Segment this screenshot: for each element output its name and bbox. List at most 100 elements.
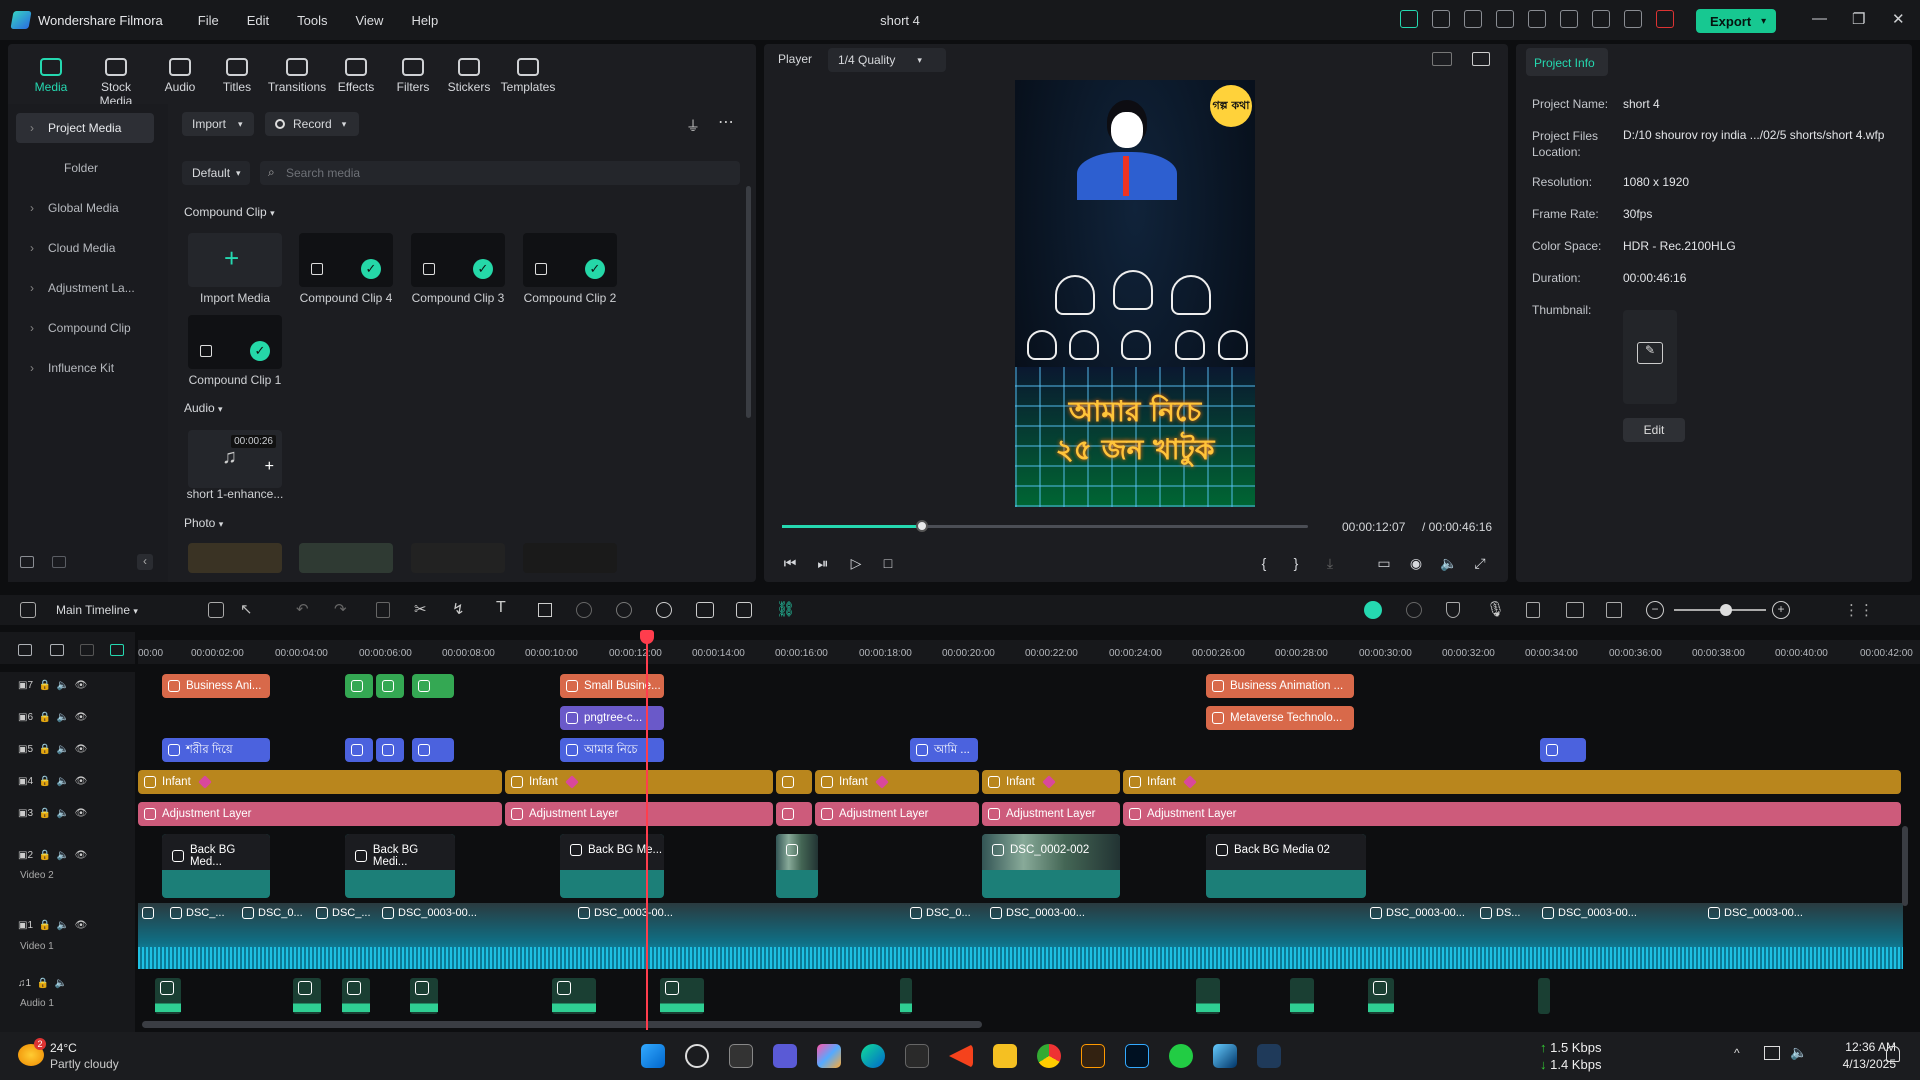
import-media-tile[interactable]: +: [188, 233, 282, 287]
delete-icon[interactable]: [376, 602, 390, 618]
timeline-vertical-scrollbar[interactable]: [1902, 826, 1908, 906]
tab-filters[interactable]: Filters: [383, 58, 443, 94]
audio-clip[interactable]: [1196, 978, 1220, 1014]
layout-icon[interactable]: [208, 602, 224, 618]
video-segment[interactable]: DSC_0003-00...: [1370, 907, 1465, 919]
speed-icon[interactable]: [656, 602, 672, 618]
clip-track7-sticker[interactable]: [345, 674, 373, 698]
ai-mate-icon[interactable]: [1364, 601, 1382, 619]
time-ruler[interactable]: 00:00 00:00:02:00 00:00:04:00 00:00:06:0…: [138, 640, 1920, 664]
magnet-icon[interactable]: [110, 644, 124, 656]
sidebar-item-folder[interactable]: Folder: [64, 161, 98, 175]
audio-clip[interactable]: [1290, 978, 1314, 1014]
clip-track3-adjustment[interactable]: Adjustment Layer: [982, 802, 1120, 826]
track-3-header[interactable]: ▣3 🔒 🔈 👁: [18, 808, 87, 819]
photo-item[interactable]: [523, 543, 617, 573]
select-tool-icon[interactable]: ↖: [240, 600, 253, 618]
photoshop-icon[interactable]: [1125, 1044, 1149, 1068]
sidebar-item-cloud-media[interactable]: Cloud Media: [16, 233, 154, 263]
video-segment[interactable]: DSC_0003-00...: [1708, 907, 1803, 919]
media-item-compound-clip-3[interactable]: ✓: [411, 233, 505, 287]
shield-icon[interactable]: [1446, 602, 1460, 618]
video-segment[interactable]: DSC_0003-00...: [578, 907, 673, 919]
snapshot-icon[interactable]: ◉: [1408, 555, 1424, 571]
file-explorer-icon[interactable]: [993, 1044, 1017, 1068]
clip-track5-title[interactable]: [345, 738, 373, 762]
previous-frame-icon[interactable]: ⏮: [782, 555, 798, 571]
minimize-icon[interactable]: —: [1812, 10, 1827, 27]
clip-video2[interactable]: Back BG Me...: [560, 834, 664, 898]
text-icon[interactable]: T: [496, 599, 506, 617]
copilot-icon[interactable]: [817, 1044, 841, 1068]
track-5-header[interactable]: ▣5 🔒 🔈 👁: [18, 744, 87, 755]
calculator-icon[interactable]: [905, 1044, 929, 1068]
audio-clip[interactable]: [1538, 978, 1550, 1014]
tab-audio[interactable]: Audio: [150, 58, 210, 94]
clip-track3-adjustment[interactable]: [776, 802, 812, 826]
filmora-taskbar-icon[interactable]: [1257, 1044, 1281, 1068]
audio-clip[interactable]: [900, 978, 912, 1014]
track-1-header[interactable]: ▣1 🔒 🔈 👁: [18, 920, 87, 931]
clip-video2[interactable]: [776, 834, 818, 898]
zoom-slider-handle[interactable]: [1720, 604, 1732, 616]
sidebar-item-influence-kit[interactable]: Influence Kit: [16, 353, 154, 383]
clip-track3-adjustment[interactable]: Adjustment Layer: [138, 802, 502, 826]
tray-chevron-icon[interactable]: ^: [1734, 1046, 1740, 1060]
clip-video2[interactable]: Back BG Medi...: [345, 834, 455, 898]
link-icon[interactable]: ⛓: [776, 600, 795, 618]
edit-thumbnail-button[interactable]: Edit: [1623, 418, 1685, 442]
task-view-icon[interactable]: [729, 1044, 753, 1068]
audio-split-icon[interactable]: ↯: [452, 600, 465, 618]
track-2-header[interactable]: ▣2 🔒 🔈 👁: [18, 850, 87, 861]
notification-icon[interactable]: [1656, 10, 1674, 28]
clip-video2[interactable]: Back BG Media 02: [1206, 834, 1366, 898]
tab-templates[interactable]: Templates: [498, 58, 558, 94]
audio-clip[interactable]: [410, 978, 438, 1014]
plus-icon[interactable]: +: [265, 458, 274, 476]
photo-item[interactable]: [299, 543, 393, 573]
render-icon[interactable]: [1406, 602, 1422, 618]
tab-effects[interactable]: Effects: [326, 58, 386, 94]
clip-video2[interactable]: Back BG Med...: [162, 834, 270, 898]
sidebar-item-compound-clip[interactable]: Compound Clip: [16, 313, 154, 343]
restore-icon[interactable]: ❐: [1852, 10, 1865, 28]
chrome-icon[interactable]: [1037, 1044, 1061, 1068]
menu-file[interactable]: File: [198, 13, 219, 28]
sidebar-item-project-media[interactable]: Project Media: [16, 113, 154, 143]
menu-help[interactable]: Help: [411, 13, 438, 28]
apps-grid-icon[interactable]: [1624, 10, 1642, 28]
add-track-icon[interactable]: [18, 644, 32, 656]
tab-transitions[interactable]: Transitions: [267, 58, 327, 94]
edge-icon[interactable]: [861, 1044, 885, 1068]
clip-track5-title[interactable]: শরীর দিয়ে: [162, 738, 270, 762]
effects-tool-icon[interactable]: [736, 602, 752, 618]
microphone-icon[interactable]: 🎙: [1486, 600, 1505, 618]
new-folder-icon[interactable]: [20, 556, 34, 568]
audio-clip[interactable]: [660, 978, 704, 1014]
search-taskbar-icon[interactable]: [685, 1044, 709, 1068]
scissors-icon[interactable]: ✂: [414, 600, 427, 618]
clip-video2[interactable]: DSC_0002-002: [982, 834, 1120, 898]
photo-item[interactable]: [188, 543, 282, 573]
crop-icon[interactable]: [538, 603, 552, 617]
timeline-name-dropdown[interactable]: Main Timeline ▾: [56, 603, 138, 617]
video-segment[interactable]: DSC_0003-00...: [382, 907, 477, 919]
video-segment[interactable]: DSC_...: [170, 907, 225, 919]
menu-view[interactable]: View: [355, 13, 383, 28]
video-segment[interactable]: DSC_0003-00...: [1542, 907, 1637, 919]
support-icon[interactable]: [1592, 10, 1610, 28]
clip-track5-title[interactable]: [1540, 738, 1586, 762]
redo-icon[interactable]: ↷: [334, 600, 347, 618]
playhead[interactable]: [646, 632, 648, 1030]
color-icon[interactable]: [616, 602, 632, 618]
clip-track4-infant[interactable]: Infant: [982, 770, 1120, 794]
section-compound-clip[interactable]: Compound Clip ▾: [184, 205, 275, 219]
audio-track-1-header[interactable]: ♫1 🔒 🔈: [18, 978, 67, 989]
tab-media[interactable]: Media: [21, 58, 81, 94]
audio-clip[interactable]: [342, 978, 370, 1014]
home-icon[interactable]: [20, 602, 36, 618]
insert-icon[interactable]: ⤓: [1322, 555, 1338, 571]
zoom-slider[interactable]: [1674, 604, 1766, 616]
volume-icon[interactable]: 🔈: [1440, 555, 1457, 571]
clip-track7[interactable]: Business Animation ...: [1206, 674, 1354, 698]
